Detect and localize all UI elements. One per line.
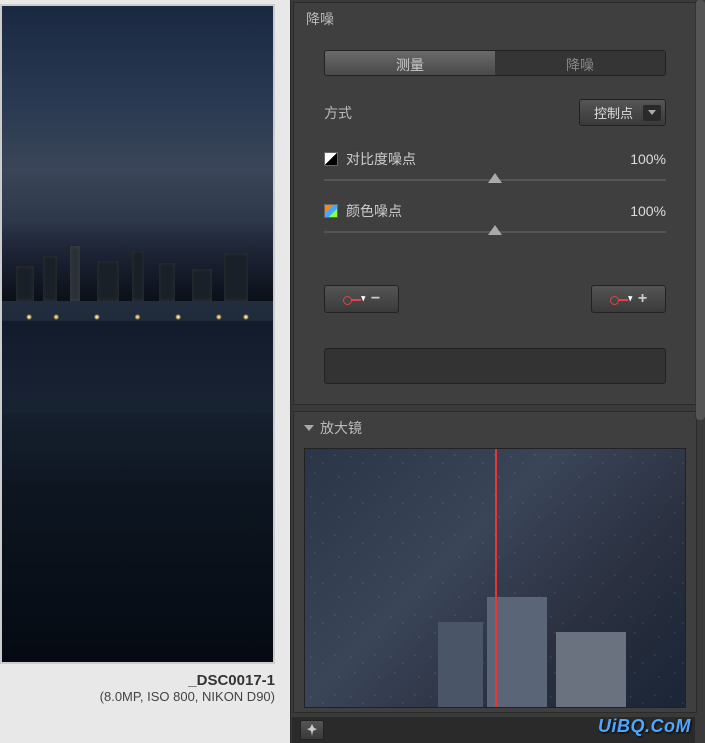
scrollbar-vertical[interactable] <box>695 0 705 420</box>
noise-reduction-panel: 降噪 测量 降噪 方式 控制点 对比度噪点 <box>293 2 697 405</box>
minus-icon: − <box>371 290 380 308</box>
slider-thumb-icon[interactable] <box>488 173 502 183</box>
contrast-slider-track[interactable] <box>324 173 666 187</box>
tab-measure[interactable]: 测量 <box>325 51 495 75</box>
color-icon <box>324 204 338 218</box>
noise-tab-bar: 测量 降噪 <box>324 50 666 76</box>
image-info: _DSC0017-1 (8.0MP, ISO 800, NIKON D90) <box>0 664 290 704</box>
add-control-point-button[interactable]: + <box>591 285 666 313</box>
magnifier-title: 放大镜 <box>320 418 362 438</box>
remove-control-point-button[interactable]: − <box>324 285 399 313</box>
main-image-preview[interactable] <box>0 4 275 664</box>
method-dropdown[interactable]: 控制点 <box>579 99 666 126</box>
magnifier-panel: 放大镜 <box>293 411 697 713</box>
color-noise-value: 100% <box>630 203 666 219</box>
dropdown-arrow-icon <box>643 105 661 121</box>
magnifier-preview[interactable] <box>304 448 686 708</box>
key-cursor-icon <box>343 294 363 304</box>
method-dropdown-value: 控制点 <box>594 103 633 122</box>
slider-thumb-icon[interactable] <box>488 225 502 235</box>
left-image-panel: _DSC0017-1 (8.0MP, ISO 800, NIKON D90) <box>0 0 290 743</box>
pin-icon <box>307 724 317 736</box>
noise-panel-header: 降噪 <box>294 3 696 35</box>
image-metadata: (8.0MP, ISO 800, NIKON D90) <box>0 689 275 704</box>
key-cursor-icon <box>610 294 630 304</box>
image-filename: _DSC0017-1 <box>0 672 275 689</box>
contrast-noise-value: 100% <box>630 151 666 167</box>
right-controls-panel: 降噪 测量 降噪 方式 控制点 对比度噪点 <box>290 0 705 743</box>
method-row: 方式 控制点 <box>294 91 696 141</box>
control-point-buttons: − + <box>294 245 696 333</box>
noise-panel-title: 降噪 <box>306 9 334 29</box>
pin-button[interactable] <box>300 720 324 740</box>
color-noise-label: 颜色噪点 <box>346 201 402 221</box>
color-slider-track[interactable] <box>324 225 666 239</box>
contrast-noise-slider: 对比度噪点 100% <box>294 141 696 193</box>
method-label: 方式 <box>324 103 352 123</box>
contrast-icon <box>324 152 338 166</box>
tab-denoise[interactable]: 降噪 <box>495 51 665 75</box>
color-noise-slider: 颜色噪点 100% <box>294 193 696 245</box>
control-points-list[interactable] <box>324 348 666 384</box>
watermark: UiBQ.CoM <box>598 716 691 737</box>
contrast-noise-label: 对比度噪点 <box>346 149 416 169</box>
collapse-icon <box>304 425 314 431</box>
plus-icon: + <box>638 290 647 308</box>
comparison-split-line[interactable] <box>495 449 497 707</box>
magnifier-header[interactable]: 放大镜 <box>294 412 696 444</box>
